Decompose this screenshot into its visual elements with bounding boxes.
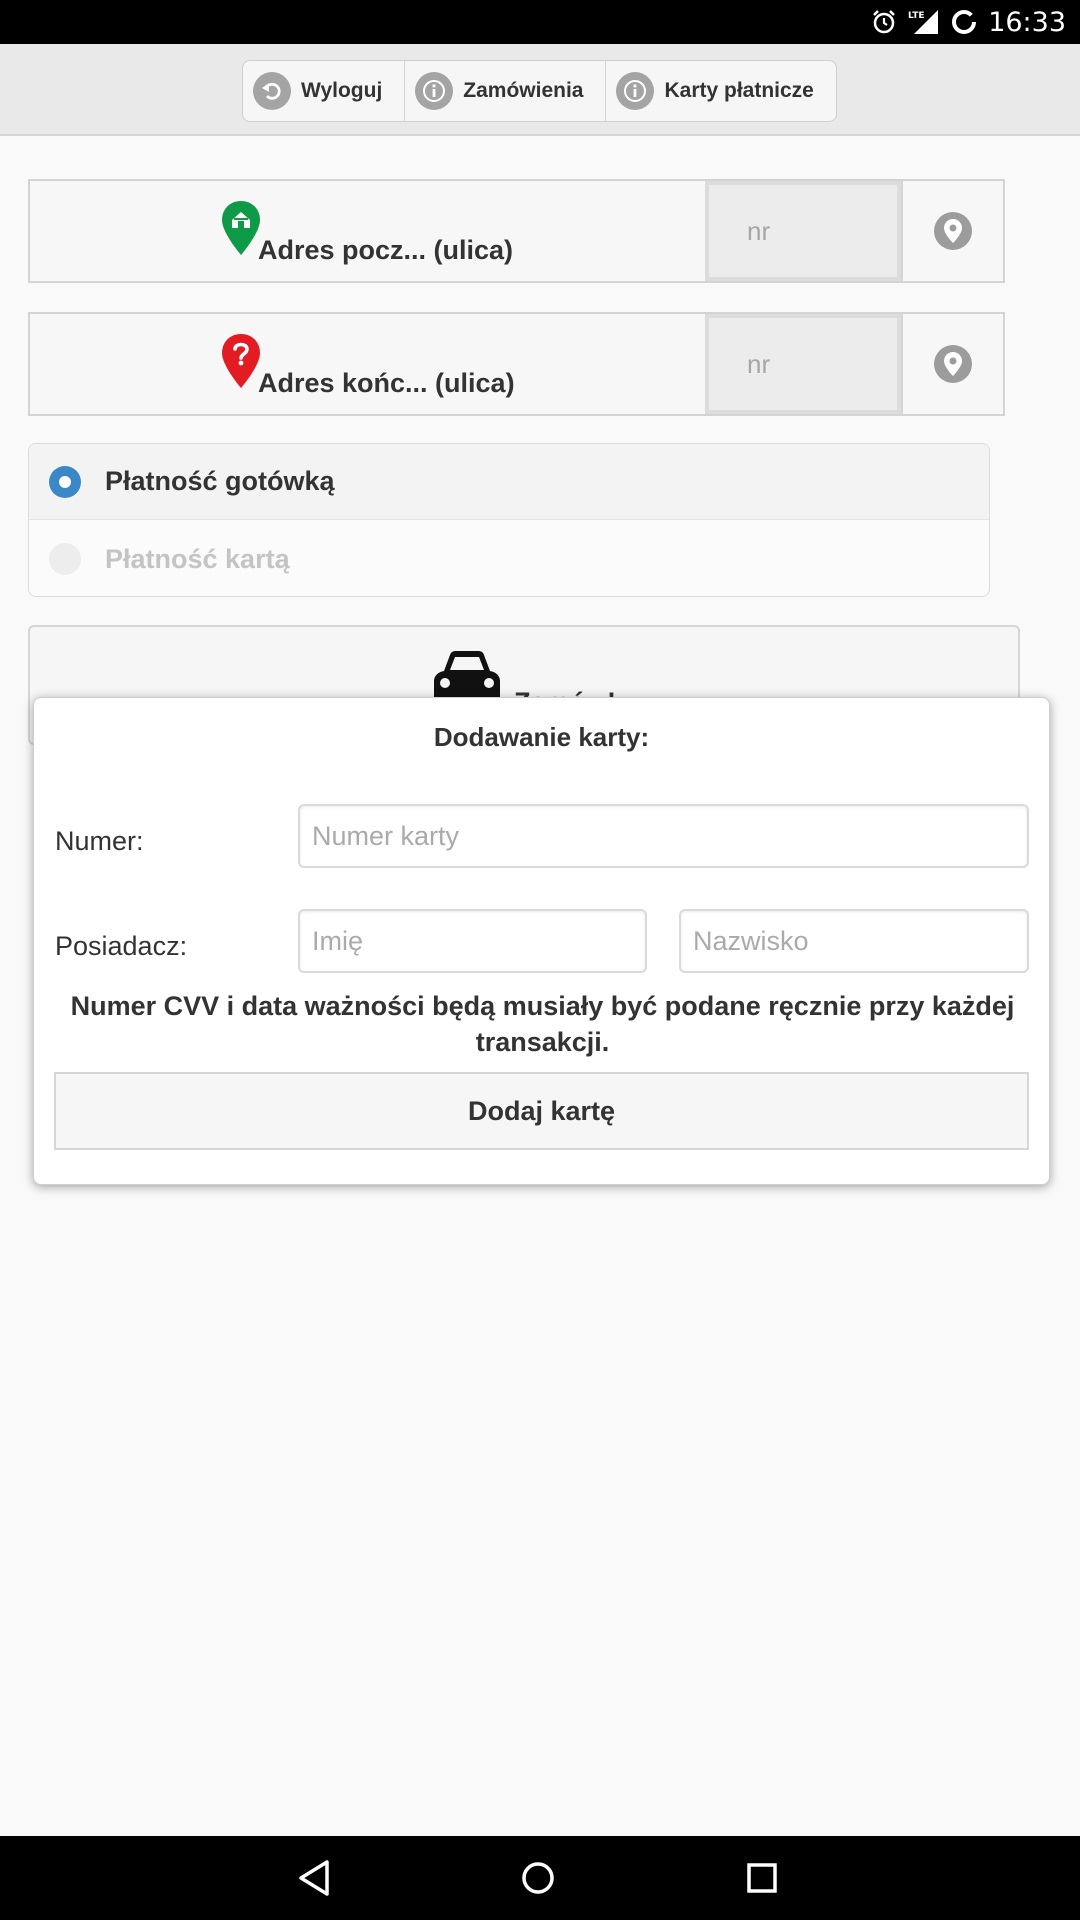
app-header: Wyloguj Zamówienia Karty płatnicze bbox=[0, 44, 1080, 136]
orders-label: Zamówienia bbox=[463, 79, 584, 102]
first-name-input[interactable] bbox=[298, 909, 647, 973]
end-house-number-input[interactable]: nr bbox=[705, 314, 901, 414]
payment-cards-label: Karty płatnicze bbox=[664, 79, 814, 102]
card-holder-label: Posiadacz: bbox=[55, 931, 188, 961]
orders-button[interactable]: Zamówienia bbox=[405, 61, 607, 121]
info-icon bbox=[616, 72, 655, 110]
logout-icon bbox=[253, 72, 291, 110]
status-bar: LTE 16:33 bbox=[0, 0, 1080, 44]
home-pin-icon bbox=[220, 199, 262, 262]
start-locate-button[interactable] bbox=[901, 181, 1003, 281]
last-name-input[interactable] bbox=[679, 909, 1029, 973]
payment-options: Płatność gotówką Płatność kartą bbox=[28, 443, 990, 597]
end-address-row: Adres końc... (ulica) nr bbox=[28, 312, 1005, 416]
start-address-row: Adres pocz... (ulica) nr bbox=[28, 179, 1005, 283]
card-number-label: Numer: bbox=[55, 826, 144, 856]
logout-label: Wyloguj bbox=[301, 79, 383, 102]
payment-cards-button[interactable]: Karty płatnicze bbox=[606, 61, 835, 121]
logout-button[interactable]: Wyloguj bbox=[243, 61, 406, 121]
system-nav-bar bbox=[0, 1836, 1080, 1920]
loading-icon bbox=[950, 8, 978, 36]
info-icon bbox=[415, 72, 454, 110]
card-number-input[interactable] bbox=[298, 804, 1029, 868]
payment-option-label: Płatność kartą bbox=[105, 543, 290, 574]
back-icon[interactable] bbox=[295, 1856, 335, 1905]
clock: 16:33 bbox=[988, 6, 1066, 38]
add-card-button[interactable]: Dodaj kartę bbox=[54, 1072, 1029, 1150]
radio-selected[interactable] bbox=[49, 465, 81, 498]
add-card-dialog: Dodawanie karty: Numer: Posiadacz: Numer… bbox=[33, 697, 1050, 1185]
start-address-field[interactable]: Adres pocz... (ulica) bbox=[30, 181, 705, 281]
lte-text: LTE bbox=[908, 11, 925, 21]
start-house-number-input[interactable]: nr bbox=[705, 181, 901, 281]
header-button-group: Wyloguj Zamówienia Karty płatnicze bbox=[242, 60, 837, 122]
alarm-icon bbox=[870, 8, 898, 36]
start-address-label: Adres pocz... (ulica) bbox=[258, 235, 514, 265]
end-address-field[interactable]: Adres końc... (ulica) bbox=[30, 314, 705, 414]
payment-option-cash[interactable]: Płatność gotówką bbox=[29, 444, 989, 520]
payment-option-card[interactable]: Płatność kartą bbox=[29, 521, 989, 597]
end-address-label: Adres końc... (ulica) bbox=[258, 368, 515, 398]
radio-disabled[interactable] bbox=[49, 543, 81, 575]
question-pin-icon bbox=[220, 332, 262, 395]
lte-signal-icon: LTE bbox=[908, 8, 940, 36]
home-icon[interactable] bbox=[517, 1856, 559, 1905]
location-pin-icon bbox=[934, 212, 972, 250]
dialog-title: Dodawanie karty: bbox=[433, 722, 650, 752]
location-pin-icon bbox=[934, 345, 972, 383]
recents-icon[interactable] bbox=[742, 1856, 782, 1905]
payment-option-label: Płatność gotówką bbox=[105, 466, 335, 496]
end-locate-button[interactable] bbox=[901, 314, 1003, 414]
cvv-info-note: Numer CVV i data ważności będą musiały b… bbox=[70, 991, 1015, 1057]
